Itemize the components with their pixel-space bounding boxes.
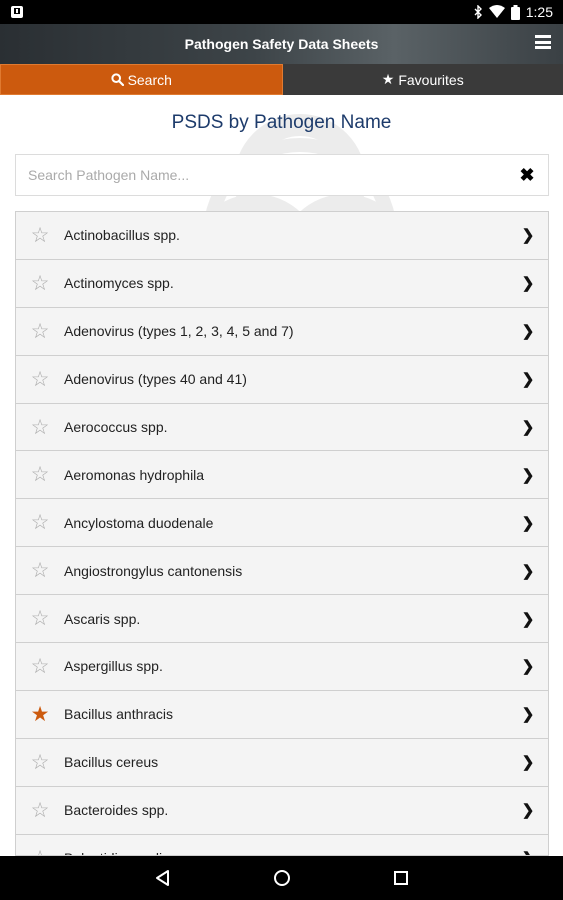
home-icon[interactable]: [270, 866, 294, 890]
chevron-right-icon: ❯: [508, 849, 548, 855]
tab-favourites[interactable]: ★ Favourites: [282, 64, 563, 95]
chevron-right-icon: ❯: [521, 275, 535, 293]
bluetooth-icon: [474, 5, 482, 19]
chevron-right-icon: ❯: [521, 658, 535, 676]
list-item-label: Actinomyces spp.: [64, 275, 174, 292]
list-item-label: Ascaris spp.: [64, 610, 141, 627]
chevron-right-icon: ❯: [521, 562, 535, 580]
chevron-right-icon: ❯: [521, 610, 535, 628]
star-outline-icon[interactable]: ☆: [16, 415, 64, 440]
pathogen-list: ☆ Actinobacillus spp. ❯ ☆ Actinomyces spp. ❯ ☆…: [15, 211, 549, 856]
star-outline-icon[interactable]: ☆: [16, 654, 64, 679]
list-item[interactable]: ☆ Adenovirus (types 40 and 41) ❯: [16, 355, 548, 404]
star-outline-icon[interactable]: ☆: [16, 367, 64, 392]
tab-search[interactable]: Search: [0, 64, 283, 95]
chevron-right-icon: ❯: [521, 706, 535, 724]
list-item[interactable]: ☆ Bacteroides spp. ❯: [16, 786, 548, 835]
tab-favourites-label: Favourites: [398, 71, 464, 88]
chevron-right-icon: ❯: [521, 323, 535, 341]
list-item[interactable]: ☆ Adenovirus (types 1, 2, 3, 4, 5 and 7) ❯: [16, 307, 548, 356]
star-outline-icon[interactable]: ☆: [16, 319, 64, 344]
navigation-bar: [0, 856, 563, 900]
list-item-label: Aeromonas hydrophila: [64, 466, 205, 483]
list-item[interactable]: ★ Bacillus anthracis ❯: [16, 690, 548, 739]
list-item[interactable]: ☆ Aspergillus spp. ❯: [16, 643, 548, 691]
list-item-label: Bacillus cereus: [64, 754, 159, 771]
app-header: Pathogen Safety Data Sheets: [0, 24, 563, 64]
list-item-label: Adenovirus (types 40 and 41): [64, 371, 247, 388]
back-icon[interactable]: [151, 866, 175, 890]
list-item[interactable]: ☆ Aerococcus spp. ❯: [16, 403, 548, 452]
list-item[interactable]: ☆ Ascaris spp. ❯: [16, 595, 548, 644]
star-outline-icon[interactable]: ☆: [16, 271, 64, 296]
list-item[interactable]: ☆ Ancylostoma duodenale ❯: [16, 499, 548, 548]
list-item-label: Aerococcus spp.: [64, 419, 168, 435]
list-item-label: Ancylostoma duodenale: [64, 514, 214, 531]
star-outline-icon[interactable]: ☆: [16, 798, 64, 823]
star-outline-icon[interactable]: ☆: [16, 462, 64, 487]
search-icon: [110, 73, 124, 86]
recents-icon[interactable]: [389, 866, 413, 890]
star-filled-icon[interactable]: ★: [16, 702, 64, 727]
clear-icon[interactable]: ✖: [518, 165, 536, 186]
tab-search-label: Search: [127, 71, 172, 88]
list-item-label: Actinobacillus spp.: [64, 227, 180, 244]
star-outline-icon[interactable]: ☆: [16, 510, 64, 535]
list-item-label: Angiostrongylus cantonensis: [64, 562, 243, 579]
star-outline-icon[interactable]: ☆: [16, 750, 64, 775]
status-bar: 1:25: [0, 0, 563, 24]
list-item-label: Aspergillus spp.: [64, 658, 163, 675]
hamburger-menu-icon[interactable]: [535, 35, 551, 49]
chevron-right-icon: ❯: [521, 419, 535, 436]
chevron-right-icon: ❯: [521, 227, 535, 245]
star-outline-icon[interactable]: ☆: [16, 846, 64, 855]
wifi-icon: [488, 5, 505, 18]
star-icon: ★: [381, 71, 395, 87]
app-title: Pathogen Safety Data Sheets: [184, 36, 379, 52]
chevron-right-icon: ❯: [521, 371, 535, 389]
list-item-label: Bacillus anthracis: [64, 706, 173, 723]
list-item[interactable]: ☆ Angiostrongylus cantonensis ❯: [16, 547, 548, 596]
star-outline-icon[interactable]: ☆: [16, 558, 64, 583]
chevron-right-icon: ❯: [521, 802, 535, 820]
notification-icon: [11, 6, 23, 18]
star-outline-icon[interactable]: ☆: [16, 606, 64, 631]
page-title: PSDS by Pathogen Name: [171, 112, 392, 133]
tab-bar: Search ★ Favourites: [0, 64, 563, 95]
chevron-right-icon: ❯: [521, 466, 535, 484]
list-item-label: Bacteroides spp.: [64, 802, 169, 819]
chevron-right-icon: ❯: [521, 754, 535, 772]
list-item[interactable]: ☆ Bacillus cereus ❯: [16, 738, 548, 787]
list-item[interactable]: ☆ Actinobacillus spp. ❯: [16, 212, 548, 260]
chevron-right-icon: ❯: [521, 514, 535, 532]
list-item[interactable]: ☆ Aeromonas hydrophila ❯: [16, 451, 548, 500]
list-item-label: Adenovirus (types 1, 2, 3, 4, 5 and 7): [64, 323, 294, 340]
clock: 1:25: [525, 4, 553, 20]
list-item[interactable]: ☆ Actinomyces spp. ❯: [16, 259, 548, 308]
search-input[interactable]: [28, 167, 518, 183]
battery-icon: [510, 4, 520, 20]
search-field: ✖: [15, 154, 549, 196]
star-outline-icon[interactable]: ☆: [16, 223, 64, 248]
list-item[interactable]: ☆Balantidium coli❯: [16, 834, 548, 855]
